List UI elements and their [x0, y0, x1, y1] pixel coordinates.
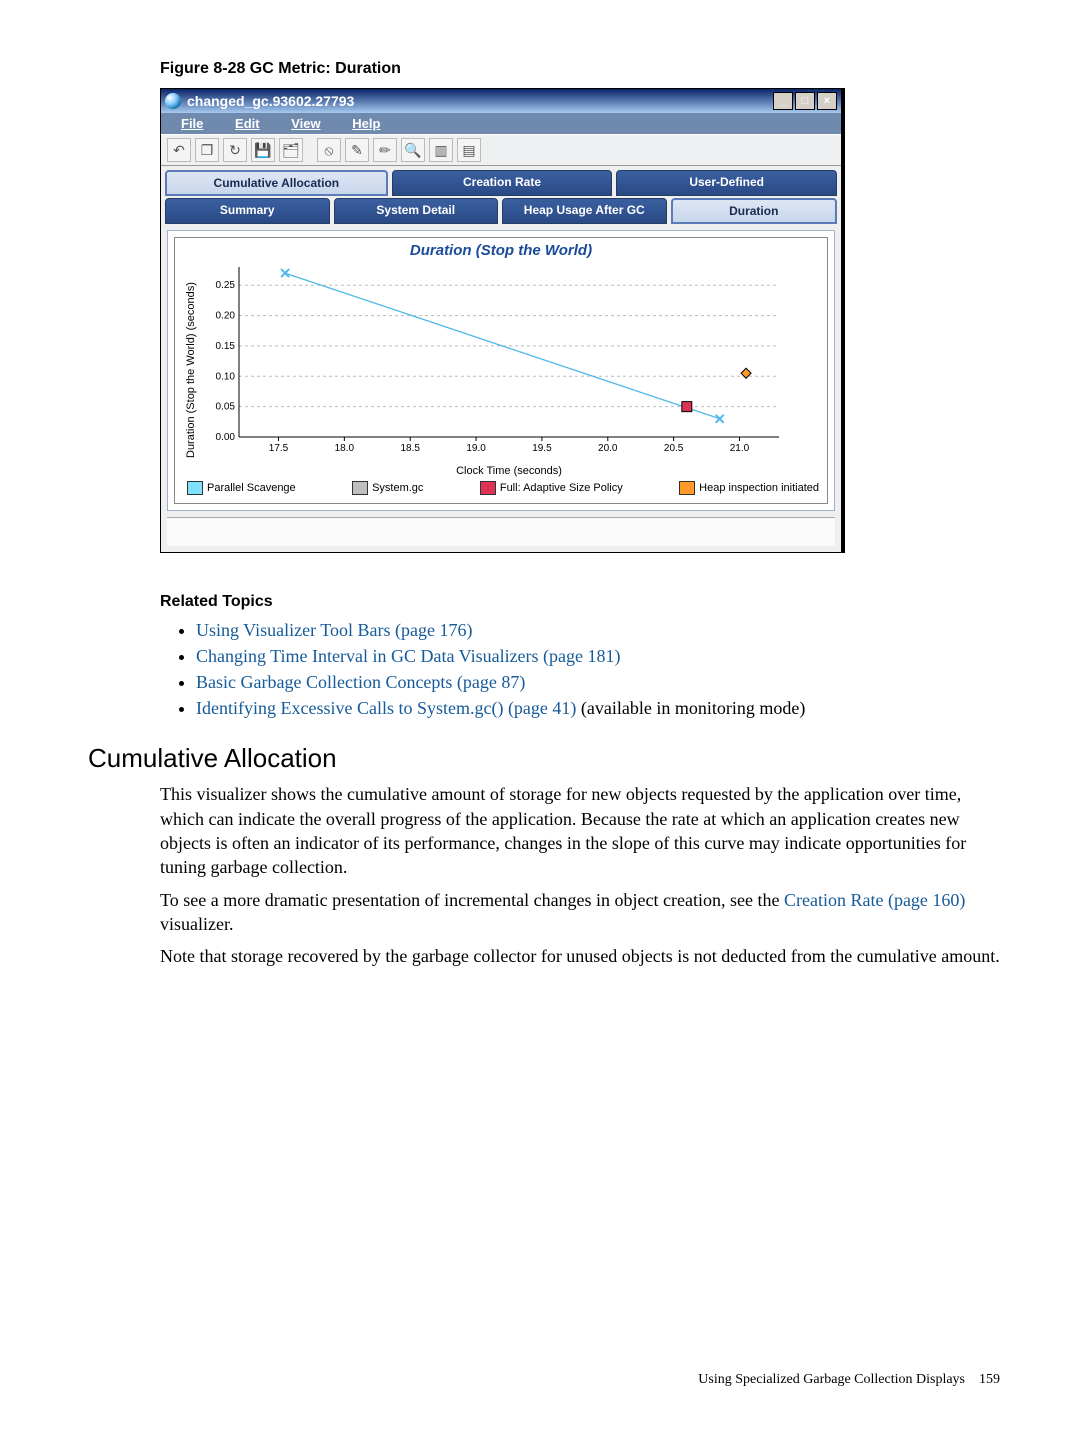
- legend-label: System.gc: [372, 482, 423, 494]
- window-title: changed_gc.93602.27793: [187, 93, 354, 109]
- tab-container: Cumulative Allocation Creation Rate User…: [161, 166, 841, 224]
- legend-item: Parallel Scavenge: [187, 481, 296, 495]
- legend-swatch: [352, 481, 368, 495]
- tab-duration[interactable]: Duration: [671, 198, 838, 224]
- legend-swatch: [679, 481, 695, 495]
- legend-label: Parallel Scavenge: [207, 482, 296, 494]
- legend-swatch: [187, 481, 203, 495]
- refresh-icon[interactable]: ↻: [223, 138, 247, 162]
- legend-item: System.gc: [352, 481, 423, 495]
- chart-title: Duration (Stop the World): [183, 242, 819, 259]
- save-icon[interactable]: 💾: [251, 138, 275, 162]
- tab-creation-rate[interactable]: Creation Rate: [392, 170, 613, 196]
- app-window: changed_gc.93602.27793 _ □ × File Edit V…: [160, 88, 845, 553]
- legend-item: Full: Adaptive Size Policy: [480, 481, 623, 495]
- svg-text:20.0: 20.0: [598, 443, 618, 454]
- page-footer: Using Specialized Garbage Collection Dis…: [698, 1372, 1000, 1388]
- chart-panel: Duration (Stop the World) Duration (Stop…: [167, 230, 835, 511]
- related-heading: Related Topics: [160, 593, 1000, 611]
- related-link[interactable]: Identifying Excessive Calls to System.gc…: [196, 698, 576, 718]
- title-bar: changed_gc.93602.27793 _ □ ×: [161, 89, 841, 113]
- saveall-icon[interactable]: 🗂: [279, 138, 303, 162]
- svg-text:0.20: 0.20: [216, 311, 236, 322]
- window-controls: _ □ ×: [773, 92, 837, 110]
- svg-text:0.25: 0.25: [216, 280, 236, 291]
- wand2-icon[interactable]: ✏: [373, 138, 397, 162]
- menu-edit[interactable]: Edit: [221, 113, 274, 134]
- cancel-icon[interactable]: ⦸: [317, 138, 341, 162]
- tab-user-defined[interactable]: User-Defined: [616, 170, 837, 196]
- list-item: Basic Garbage Collection Concepts (page …: [196, 669, 1000, 695]
- svg-text:19.5: 19.5: [532, 443, 552, 454]
- back-icon[interactable]: ↶: [167, 138, 191, 162]
- link-creation-rate[interactable]: Creation Rate (page 160): [784, 890, 965, 910]
- tool-bar: ↶ ❐ ↻ 💾 🗂 ⦸ ✎ ✏ 🔍 ▥ ▤: [161, 134, 841, 166]
- para3: Note that storage recovered by the garba…: [160, 944, 1000, 968]
- svg-text:17.5: 17.5: [269, 443, 289, 454]
- close-button[interactable]: ×: [817, 92, 837, 110]
- list-item: Using Visualizer Tool Bars (page 176): [196, 617, 1000, 643]
- legend-label: Heap inspection initiated: [699, 482, 819, 494]
- svg-text:18.5: 18.5: [400, 443, 420, 454]
- tab-summary[interactable]: Summary: [165, 198, 330, 224]
- related-link[interactable]: Using Visualizer Tool Bars (page 176): [196, 620, 472, 640]
- minimize-button[interactable]: _: [773, 92, 793, 110]
- svg-text:18.0: 18.0: [335, 443, 355, 454]
- app-icon: [165, 93, 181, 109]
- legend-swatch: [480, 481, 496, 495]
- tab-heap-usage[interactable]: Heap Usage After GC: [502, 198, 667, 224]
- zoom-icon[interactable]: 🔍: [401, 138, 425, 162]
- chart-xlabel: Clock Time (seconds): [199, 463, 819, 477]
- figure-caption: Figure 8-28 GC Metric: Duration: [160, 60, 1000, 78]
- related-link[interactable]: Changing Time Interval in GC Data Visual…: [196, 646, 621, 666]
- chart-legend: Parallel Scavenge System.gc Full: Adaptive…: [183, 477, 819, 495]
- list-item: Changing Time Interval in GC Data Visual…: [196, 643, 1000, 669]
- maximize-button[interactable]: □: [795, 92, 815, 110]
- svg-text:0.00: 0.00: [216, 432, 236, 443]
- copy-icon[interactable]: ❐: [195, 138, 219, 162]
- tab-system-detail[interactable]: System Detail: [334, 198, 499, 224]
- svg-text:21.0: 21.0: [730, 443, 750, 454]
- chart2-icon[interactable]: ▤: [457, 138, 481, 162]
- chart1-icon[interactable]: ▥: [429, 138, 453, 162]
- list-item: Identifying Excessive Calls to System.gc…: [196, 695, 1000, 721]
- svg-text:0.15: 0.15: [216, 341, 236, 352]
- menu-file[interactable]: File: [167, 113, 217, 134]
- menu-bar: File Edit View Help: [161, 113, 841, 134]
- chart-ylabel: Duration (Stop the World) (seconds): [183, 263, 199, 477]
- related-link[interactable]: Basic Garbage Collection Concepts (page …: [196, 672, 525, 692]
- wand-icon[interactable]: ✎: [345, 138, 369, 162]
- para1: This visualizer shows the cumulative amo…: [160, 782, 1000, 879]
- tab-cumulative-allocation[interactable]: Cumulative Allocation: [165, 170, 388, 196]
- legend-label: Full: Adaptive Size Policy: [500, 482, 623, 494]
- svg-text:19.0: 19.0: [466, 443, 486, 454]
- svg-text:0.05: 0.05: [216, 402, 236, 413]
- related-list: Using Visualizer Tool Bars (page 176) Cha…: [160, 617, 1000, 721]
- menu-help[interactable]: Help: [338, 113, 394, 134]
- chart-plot: 0.00 0.05 0.10 0.15 0.20 0.25 17.5 18.0 18.5 19.0…: [199, 263, 819, 477]
- menu-view[interactable]: View: [277, 113, 334, 134]
- legend-item: Heap inspection initiated: [679, 481, 819, 495]
- svg-text:20.5: 20.5: [664, 443, 684, 454]
- para2: To see a more dramatic presentation of i…: [160, 888, 1000, 937]
- svg-text:0.10: 0.10: [216, 371, 236, 382]
- section-heading: Cumulative Allocation: [88, 743, 1000, 774]
